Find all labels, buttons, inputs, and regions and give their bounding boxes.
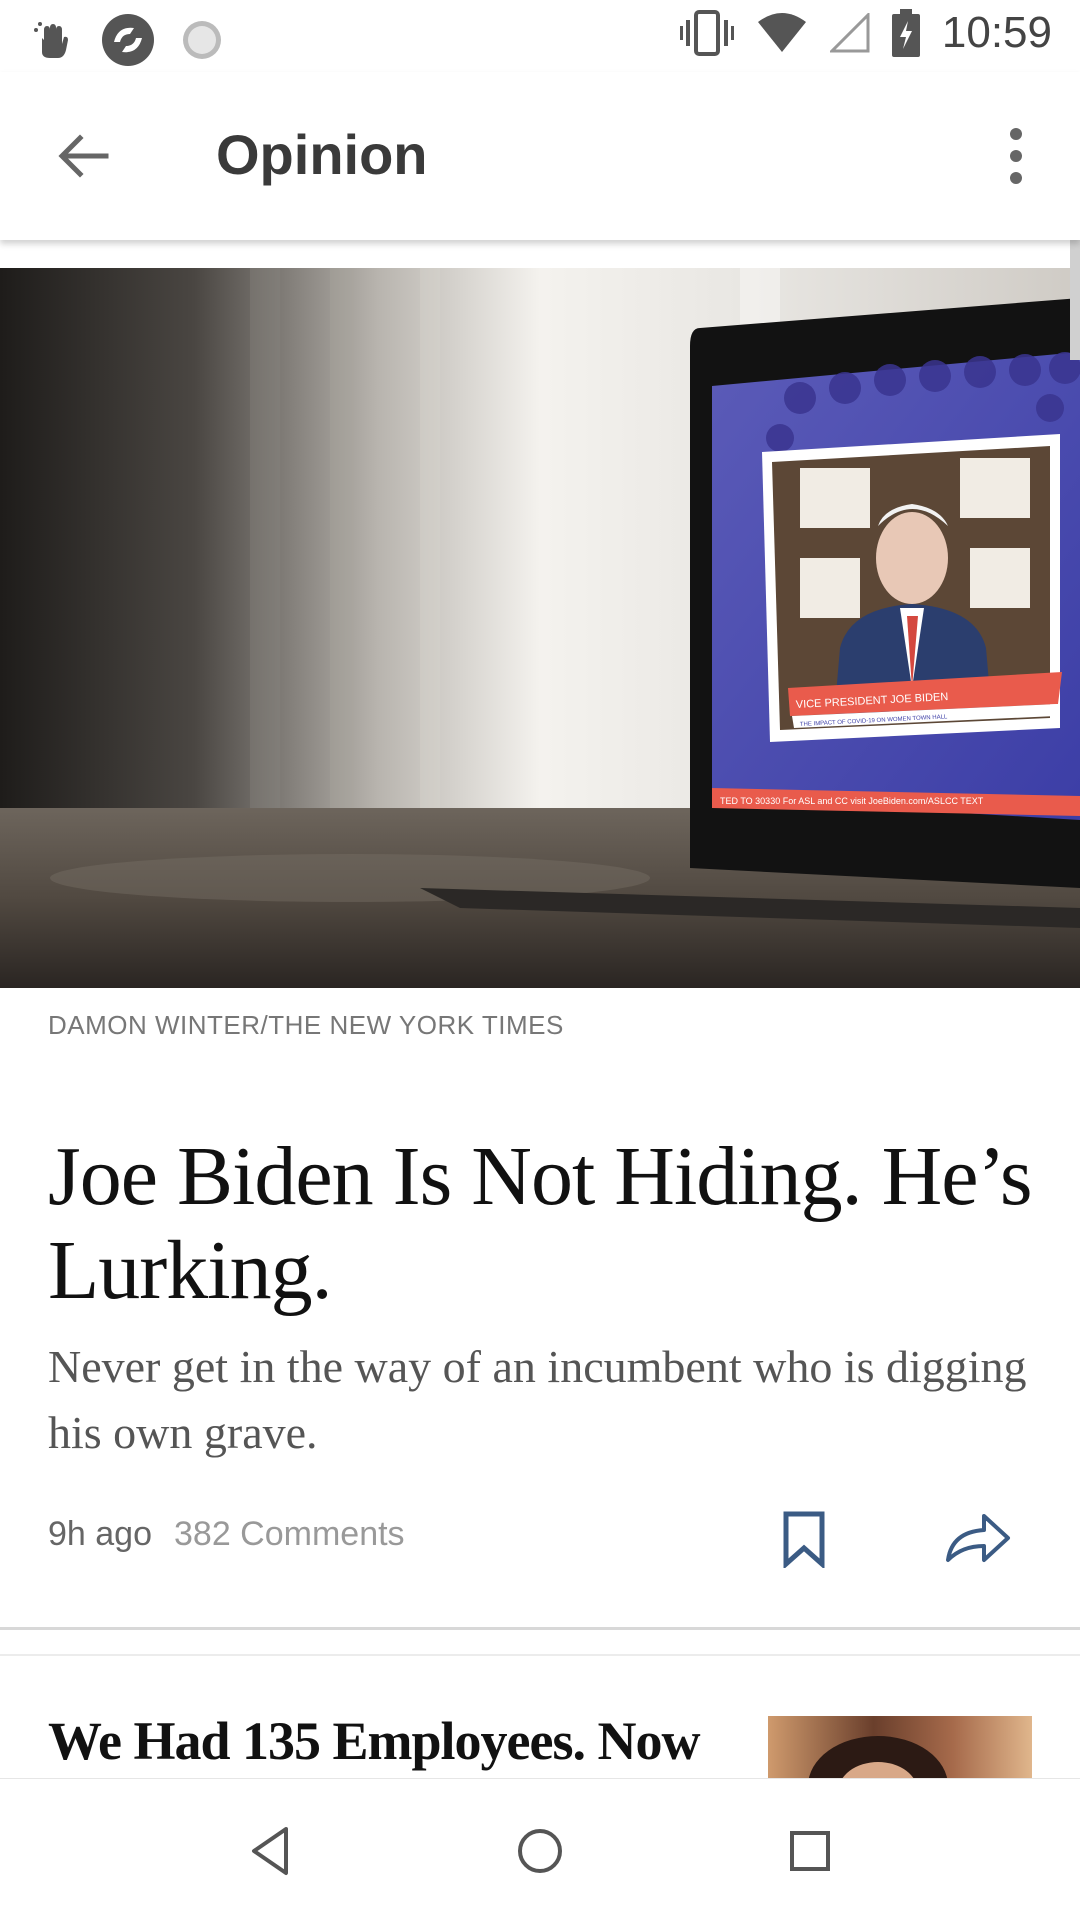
scrollbar[interactable] — [1070, 240, 1080, 360]
system-nav-bar — [0, 1778, 1080, 1921]
person-photo — [808, 1736, 948, 1778]
next-article-headline[interactable]: We Had 135 Employees. Now — [48, 1710, 748, 1772]
divider — [0, 1627, 1080, 1630]
next-article-thumbnail[interactable] — [768, 1716, 1032, 1778]
image-credit: DAMON WINTER/THE NEW YORK TIMES — [48, 1010, 564, 1040]
save-button[interactable] — [782, 1510, 826, 1570]
time-ago: 9h ago — [48, 1515, 152, 1553]
comments-link[interactable]: 382 Comments — [174, 1515, 405, 1553]
back-button[interactable] — [52, 124, 116, 188]
bookmark-icon — [783, 1511, 825, 1570]
nav-home-button[interactable] — [508, 1819, 572, 1883]
share-arrow-icon — [946, 1514, 1010, 1562]
article-headline[interactable]: Joe Biden Is Not Hiding. He’s Lurking. — [48, 1130, 1038, 1318]
share-button[interactable] — [944, 1510, 1012, 1566]
article-summary[interactable]: Never get in the way of an incumbent who… — [48, 1334, 1038, 1466]
article-meta: 9h ago 382 Comments — [48, 1515, 405, 1554]
divider — [0, 1654, 1080, 1656]
wifi-icon — [757, 13, 806, 52]
signal-icon — [829, 13, 870, 53]
more-options-button[interactable] — [992, 124, 1040, 188]
vibrate-icon — [679, 10, 734, 56]
square-recents-icon — [790, 1831, 830, 1871]
loading-icon — [183, 21, 221, 59]
nav-recents-button[interactable] — [778, 1819, 842, 1883]
more-vert-icon — [1010, 128, 1022, 184]
battery-charging-icon — [891, 9, 920, 57]
status-time: 10:59 — [941, 8, 1052, 57]
page-title: Opinion — [216, 123, 428, 186]
arrow-left-icon — [58, 134, 109, 178]
ticker-text: TED TO 30330 For ASL and CC visit JoeBid… — [720, 796, 984, 806]
app-bar: Opinion — [0, 72, 1080, 240]
laptop-photo: VICE PRESIDENT JOE BIDEN THE IMPACT OF C… — [0, 268, 1080, 988]
circle-home-icon — [518, 1829, 562, 1873]
article-image[interactable]: VICE PRESIDENT JOE BIDEN THE IMPACT OF C… — [0, 268, 1080, 988]
status-bar: 10:59 — [0, 0, 1080, 72]
triangle-back-icon — [252, 1827, 288, 1875]
hand-icon — [34, 22, 68, 58]
nav-back-button[interactable] — [240, 1819, 304, 1883]
app-icon — [102, 14, 154, 66]
article-feed[interactable]: VICE PRESIDENT JOE BIDEN THE IMPACT OF C… — [0, 240, 1080, 1778]
